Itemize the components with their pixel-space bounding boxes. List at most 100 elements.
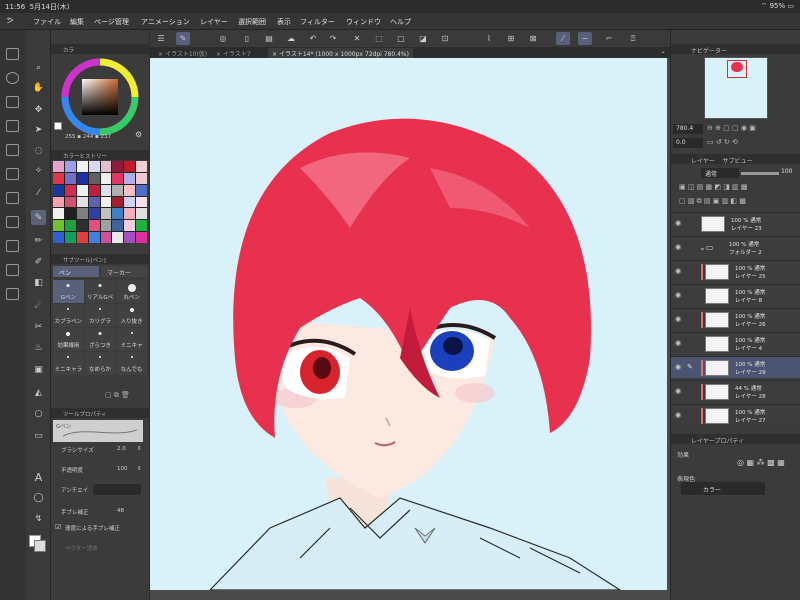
undo-icon[interactable]: ↶ [306, 32, 320, 45]
brush-item[interactable]: 丸ペン [116, 280, 147, 303]
lasso-tool-icon[interactable]: ◌ [31, 143, 46, 158]
camera-icon[interactable] [6, 288, 19, 300]
menu-filter[interactable]: フィルター [300, 17, 335, 27]
angle-field[interactable]: 0.0 [673, 138, 703, 148]
layer-opacity-value[interactable]: 100 [781, 168, 792, 175]
color-swatch[interactable] [112, 184, 124, 196]
color-swatch[interactable] [53, 184, 64, 196]
magic-wand-icon[interactable]: ✧ [31, 163, 46, 178]
pencil-tool-icon[interactable]: ✏ [31, 233, 46, 248]
menu-help[interactable]: ヘルプ [390, 17, 411, 27]
menu-page[interactable]: ページ管理 [94, 17, 129, 27]
color-swatch[interactable] [53, 220, 64, 232]
layer-tools-icon[interactable]: ▣ ◫ ▤ ▦ ◩ ◨ ▥ ▩ [679, 183, 748, 191]
menu-layer[interactable]: レイヤー [200, 17, 228, 27]
color-swatch[interactable] [100, 232, 112, 243]
brush-item[interactable]: 入り抜き [116, 304, 147, 327]
color-swatch[interactable] [64, 232, 76, 243]
menu-view[interactable]: 表示 [277, 17, 291, 27]
tool-select-icon[interactable]: ✎ [176, 32, 190, 45]
color-swatch[interactable] [64, 172, 76, 184]
color-swatch[interactable] [64, 161, 76, 172]
color-swatch[interactable] [76, 208, 88, 220]
color-swatch[interactable] [124, 208, 136, 220]
layer-row[interactable]: ◉ 100 % 通常 レイヤー 26 [671, 308, 800, 330]
color-swatch[interactable] [136, 232, 147, 243]
eye-icon[interactable]: ◉ [675, 315, 681, 323]
color-swatch[interactable] [53, 172, 64, 184]
color-swatch[interactable] [124, 232, 136, 243]
color-swatch[interactable] [112, 196, 124, 208]
menu-selection[interactable]: 選択範囲 [238, 17, 266, 27]
move-tool-icon[interactable]: ✥ [31, 102, 46, 117]
eye-icon[interactable]: ◉ [675, 363, 681, 371]
color-swatch[interactable] [112, 208, 124, 220]
color-swatch[interactable] [76, 172, 88, 184]
color-wheel[interactable] [61, 58, 139, 136]
stroke-curve-icon[interactable]: ∽ [578, 32, 592, 45]
zoom-controls-icon[interactable]: ⊖ ⊕ ▢ ▢ ◉ ▣ [707, 124, 756, 132]
color-swatch[interactable] [136, 196, 147, 208]
eye-icon[interactable]: ◉ [675, 267, 681, 275]
layer-row[interactable]: ◉ 100 % 通常 レイヤー 27 [671, 404, 800, 426]
menu-edit[interactable]: 編集 [70, 17, 84, 27]
color-swatch[interactable] [64, 184, 76, 196]
color-swatch[interactable] [100, 172, 112, 184]
brush-tool-icon[interactable]: ✐ [31, 254, 46, 269]
eye-icon[interactable]: ◉ [675, 243, 681, 251]
color-swatch[interactable] [136, 208, 147, 220]
menu-icon[interactable]: ☰ [154, 32, 168, 45]
opacity-stepper[interactable]: ⇕ [137, 466, 142, 472]
color-swatch[interactable] [88, 220, 100, 232]
color-swatch[interactable] [124, 220, 136, 232]
brush-item[interactable]: カリグラ [84, 304, 116, 327]
color-swatch[interactable] [53, 208, 64, 220]
color-swatch[interactable] [76, 232, 88, 243]
color-swatch[interactable] [136, 184, 147, 196]
color-swatch[interactable] [100, 220, 112, 232]
frame-tool-icon[interactable]: ▭ [31, 428, 46, 443]
tab-dropdown-icon[interactable]: ⌄ [660, 47, 666, 55]
canvas-area[interactable] [150, 58, 670, 600]
brush-item[interactable]: ミニキャラ [53, 352, 84, 375]
eye-icon[interactable]: ◉ [675, 411, 681, 419]
color-swatch[interactable] [76, 161, 88, 172]
save-icon[interactable] [6, 120, 19, 132]
folder-icon[interactable]: ⌄▭ [699, 243, 713, 252]
export-icon[interactable] [6, 168, 19, 180]
brush-item[interactable]: 効果線用 [53, 328, 84, 351]
open-icon[interactable]: ▤ [262, 32, 276, 45]
color-swatch[interactable] [76, 196, 88, 208]
sub-color-chip[interactable] [34, 540, 46, 552]
material-icon[interactable] [6, 216, 19, 228]
color-swatch[interactable] [136, 161, 147, 172]
color-swatch[interactable] [136, 172, 147, 184]
color-swatch[interactable] [53, 161, 64, 172]
color-swatch[interactable] [53, 196, 64, 208]
current-color-swatch[interactable] [54, 122, 62, 130]
line-correction-icon[interactable]: ↯ [31, 511, 46, 526]
rotate-controls-icon[interactable]: ▭ ↺ ↻ ⟲ [707, 138, 738, 146]
color-swatch[interactable] [112, 220, 124, 232]
color-swatch[interactable] [64, 196, 76, 208]
zoom-field[interactable]: 780.4 [673, 124, 703, 134]
subtool-actions-icon[interactable]: ▢ ⧉ 🗑 [105, 391, 130, 400]
artwork-canvas[interactable] [150, 58, 667, 590]
layer-opacity-slider[interactable] [741, 172, 779, 175]
effect-icons[interactable]: ◎ ▦ ⁂ ▩ ▦ [737, 458, 785, 467]
color-swatch[interactable] [88, 208, 100, 220]
brush-item[interactable]: ミニキャ [116, 328, 147, 351]
layer-row[interactable]: ◉ 44 % 通常 レイヤー 28 [671, 380, 800, 402]
layer-row[interactable]: ◉ 100 % 通常 レイヤー 8 [671, 284, 800, 306]
navigator-preview[interactable] [704, 57, 768, 119]
zoom-tool-icon[interactable]: ⌕ [31, 60, 46, 75]
brush-item[interactable]: なんでも [116, 352, 147, 375]
color-swatch[interactable] [100, 196, 112, 208]
opacity-value[interactable]: 100 [117, 466, 128, 472]
blend-mode-select[interactable]: 通常 [701, 168, 739, 178]
tab-illust10[interactable]: × イラスト10(仮) [154, 48, 211, 58]
text-tool-icon[interactable]: A [31, 470, 46, 485]
new-icon[interactable]: ▯ [240, 32, 254, 45]
deselect-icon[interactable]: ▢ [394, 32, 408, 45]
color-swatch[interactable] [64, 220, 76, 232]
